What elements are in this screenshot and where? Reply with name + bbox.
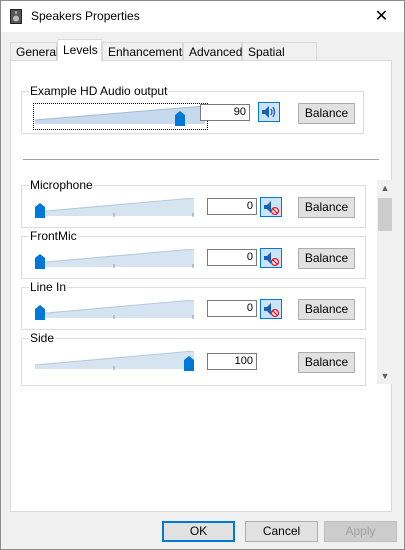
separator xyxy=(23,159,379,160)
channel-volume-value[interactable]: 0 xyxy=(207,198,257,215)
apply-button[interactable]: Apply xyxy=(324,521,397,542)
channel-volume-slider[interactable] xyxy=(35,298,194,322)
channel-group: Side 100 Balance xyxy=(21,331,366,386)
channel-label: FrontMic xyxy=(29,229,78,243)
master-balance-button[interactable]: Balance xyxy=(298,103,355,124)
master-output-group: Example HD Audio output 90 Balance xyxy=(21,84,364,134)
cancel-button[interactable]: Cancel xyxy=(245,521,318,542)
tab-advanced[interactable]: Advanced xyxy=(183,42,242,60)
tab-general[interactable]: General xyxy=(10,42,59,60)
close-icon[interactable]: ✕ xyxy=(359,1,404,32)
channel-balance-button[interactable]: Balance xyxy=(298,352,355,373)
channel-volume-value[interactable]: 0 xyxy=(207,249,257,266)
channel-group: Microphone 0 Balance xyxy=(21,178,366,228)
channel-label: Side xyxy=(29,331,56,345)
channel-volume-slider[interactable] xyxy=(35,196,194,220)
scroll-down-icon[interactable]: ▼ xyxy=(377,368,393,384)
speaker-app-icon xyxy=(10,9,22,24)
slider-ticks xyxy=(113,366,194,370)
slider-ticks xyxy=(113,264,194,268)
channel-label: Line In xyxy=(29,280,68,294)
channel-balance-button[interactable]: Balance xyxy=(298,197,355,218)
channel-scrollbar[interactable]: ▲ ▼ xyxy=(377,180,393,384)
channel-volume-value[interactable]: 0 xyxy=(207,300,257,317)
slider-thumb[interactable] xyxy=(175,111,185,126)
channel-balance-button[interactable]: Balance xyxy=(298,299,355,320)
channel-volume-slider[interactable] xyxy=(35,247,194,271)
master-volume-slider[interactable] xyxy=(35,104,205,128)
channel-group: FrontMic 0 Balance xyxy=(21,229,366,279)
tab-levels[interactable]: Levels xyxy=(57,39,102,61)
channel-mute-button[interactable] xyxy=(260,197,282,217)
speaker-muted-icon xyxy=(264,252,279,267)
channel-mute-button[interactable] xyxy=(260,248,282,268)
levels-tab-page: Example HD Audio output 90 Balance Micro… xyxy=(10,60,393,512)
scroll-up-icon[interactable]: ▲ xyxy=(377,180,393,196)
speaker-icon xyxy=(262,106,276,118)
window-title: Speakers Properties xyxy=(31,9,140,23)
scroll-thumb[interactable] xyxy=(378,198,392,231)
master-volume-value[interactable]: 90 xyxy=(200,104,250,121)
ok-button[interactable]: OK xyxy=(162,521,235,542)
channel-mute-button[interactable] xyxy=(260,299,282,319)
title-bar: Speakers Properties ✕ xyxy=(1,1,404,32)
speaker-muted-icon xyxy=(264,201,279,216)
slider-thumb[interactable] xyxy=(184,356,194,371)
slider-thumb[interactable] xyxy=(35,203,45,218)
channel-volume-slider[interactable] xyxy=(35,349,194,373)
channel-group: Line In 0 Balance xyxy=(21,280,366,330)
slider-thumb[interactable] xyxy=(35,305,45,320)
channel-volume-value[interactable]: 100 xyxy=(207,353,257,370)
tab-spatial-sound[interactable]: Spatial sound xyxy=(242,42,317,77)
channel-balance-button[interactable]: Balance xyxy=(298,248,355,269)
master-output-label: Example HD Audio output xyxy=(29,84,169,98)
tab-enhancements[interactable]: Enhancements xyxy=(102,42,188,60)
speaker-muted-icon xyxy=(264,303,279,318)
slider-ticks xyxy=(113,315,194,319)
speakers-properties-window: Speakers Properties ✕ General Levels Enh… xyxy=(0,0,405,550)
slider-thumb[interactable] xyxy=(35,254,45,269)
channel-label: Microphone xyxy=(29,178,94,192)
master-speaker-button[interactable] xyxy=(258,102,280,122)
slider-ticks xyxy=(113,213,194,217)
